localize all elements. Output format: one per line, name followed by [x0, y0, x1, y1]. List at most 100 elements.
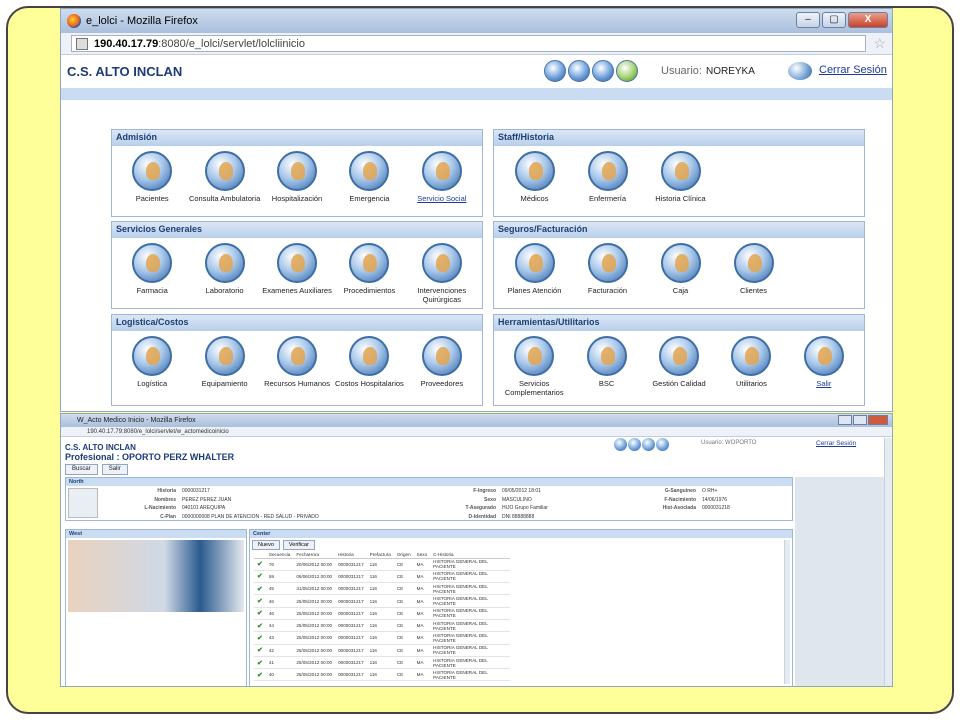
close-button[interactable]: X: [848, 12, 888, 28]
module-button[interactable]: Enfermería: [571, 151, 644, 203]
field-value: 040101 AREQUIPA: [182, 505, 226, 511]
mail-icon[interactable]: [544, 60, 566, 82]
table-row[interactable]: ✔ 42 25/05/2012 00:00 0000031217 116 CE MA HIST…: [254, 644, 511, 657]
new-button[interactable]: Nuevo: [252, 540, 280, 550]
check-icon: ✔: [257, 573, 263, 581]
column-header[interactable]: Sexo: [413, 551, 431, 559]
clock-icon[interactable]: [628, 438, 641, 451]
module-button[interactable]: Hospitalización: [261, 151, 333, 203]
module-button[interactable]: Examenes Auxiliares: [261, 243, 333, 304]
module-icon: [587, 243, 628, 283]
module-button[interactable]: Facturación: [571, 243, 644, 295]
logout-link[interactable]: Cerrar Sesión: [819, 64, 887, 76]
user-label: Usuario:: [661, 65, 702, 77]
module-icon: [731, 336, 772, 376]
column-header[interactable]: Secuencia: [265, 551, 294, 559]
module-button[interactable]: Consulta Ambulatoria: [188, 151, 260, 203]
user-info-2: Usuario: WOPORTO: [701, 440, 757, 446]
module-button[interactable]: Utilitarios: [715, 336, 787, 397]
mail-icon[interactable]: [614, 438, 627, 451]
column-header[interactable]: Origen: [393, 551, 414, 559]
module-label: BSC: [598, 379, 615, 388]
close-button-2[interactable]: [868, 415, 888, 425]
users-icon[interactable]: [642, 438, 655, 451]
panel-title: Herramientas/Utilitarios: [494, 315, 864, 331]
table-cell: 25/05/2012 00:00: [293, 631, 336, 645]
logout-icon[interactable]: [788, 62, 812, 80]
field-label: D-Identidad: [468, 513, 497, 520]
column-header[interactable]: Historia: [335, 551, 367, 559]
module-button[interactable]: Historia Clínica: [644, 151, 717, 203]
table-row[interactable]: ✔ 45 31/05/2012 00:00 0000031217 116 CE MA HIST…: [254, 582, 511, 596]
minimize-button-2[interactable]: [838, 415, 852, 425]
table-row[interactable]: ✔ 76 20/06/2012 00:00 0000031217 116 CE MA HIST…: [254, 558, 511, 571]
table-cell: 76: [265, 558, 294, 571]
table-cell: 44: [265, 619, 294, 633]
module-icon: [514, 336, 555, 376]
module-button[interactable]: BSC: [570, 336, 642, 397]
module-button[interactable]: Proveedores: [406, 336, 478, 388]
module-button[interactable]: Laboratorio: [188, 243, 260, 304]
module-button[interactable]: Intervenciones Quirúrgicas: [406, 243, 478, 304]
module-button[interactable]: Salir: [788, 336, 860, 397]
logout-link-2[interactable]: Cerrar Sesión: [816, 440, 856, 447]
column-header[interactable]: Prefactura: [366, 551, 394, 559]
table-cell: MA: [413, 582, 431, 596]
column-header[interactable]: [254, 551, 266, 559]
module-button[interactable]: Caja: [644, 243, 717, 295]
verify-button[interactable]: Verificar: [282, 540, 315, 550]
maximize-button[interactable]: ▢: [822, 12, 846, 28]
bookmark-star-icon[interactable]: ☆: [873, 35, 886, 52]
module-button[interactable]: Médicos: [498, 151, 571, 203]
table-row[interactable]: ✔ 41 25/05/2012 00:00 0000031217 116 CE MA HIST…: [254, 656, 511, 670]
table-row[interactable]: ✔ 46 25/05/2012 00:00 0000031217 116 CE MA HIST…: [254, 594, 511, 608]
home-icon[interactable]: [616, 60, 638, 82]
table-cell: HISTORIA GENERAL DEL PACIENTE: [430, 619, 511, 633]
table-row[interactable]: ✔ 44 25/05/2012 00:00 0000031217 116 CE MA HIST…: [254, 619, 511, 633]
table-cell: MA: [413, 594, 431, 608]
field-label: Hist-Asociada: [662, 505, 696, 511]
field-label: Sexo: [484, 496, 496, 503]
home-icon[interactable]: [656, 438, 669, 451]
module-button[interactable]: Procedimientos: [333, 243, 405, 304]
table-cell: CE: [393, 619, 414, 633]
module-button[interactable]: Recursos Humanos: [261, 336, 333, 388]
clock-icon[interactable]: [568, 60, 590, 82]
page-scrollbar[interactable]: [884, 438, 892, 686]
table-row[interactable]: ✔ 43 25/05/2012 00:00 0000031217 116 CE MA HIST…: [254, 631, 511, 645]
module-icon: [277, 151, 318, 191]
table-cell: 116: [366, 558, 394, 571]
module-button[interactable]: Equipamiento: [188, 336, 260, 388]
module-button[interactable]: Pacientes: [116, 151, 188, 203]
module-icon: [659, 336, 700, 376]
table-cell: CE: [393, 607, 414, 620]
url-input[interactable]: 190.40.17.79 :8080/e_lolci/servlet/lolcl…: [71, 35, 866, 52]
module-icon: [803, 336, 844, 376]
exit-button[interactable]: Salir: [101, 464, 128, 475]
table-row[interactable]: ✔ 46 25/05/2012 00:00 0000031217 116 CE MA HIST…: [254, 607, 511, 620]
table-cell: 0000031217: [335, 631, 367, 645]
center-scrollbar[interactable]: [784, 540, 790, 684]
minimize-button[interactable]: –: [796, 12, 820, 28]
module-button[interactable]: Servicios Complementarios: [498, 336, 570, 397]
module-button[interactable]: Clientes: [717, 243, 790, 295]
module-button[interactable]: Planes Atención: [498, 243, 571, 295]
module-button[interactable]: Servicio Social: [406, 151, 478, 203]
module-button[interactable]: Costos Hospitalarios: [333, 336, 405, 388]
module-button[interactable]: Emergencia: [333, 151, 405, 203]
url-input-2[interactable]: 190.40.17.79:8080/e_lolci/servlet/w_acto…: [61, 427, 892, 437]
module-label: Facturación: [587, 286, 628, 295]
module-button[interactable]: Farmacia: [116, 243, 188, 304]
column-header[interactable]: FechaHora: [293, 551, 336, 559]
users-icon[interactable]: [592, 60, 614, 82]
column-header[interactable]: C-Historia: [430, 551, 511, 559]
maximize-button-2[interactable]: [853, 415, 867, 425]
module-button[interactable]: Logística: [116, 336, 188, 388]
table-row[interactable]: ✔ 40 25/05/2012 00:00 0000031217 116 CE MA HIST…: [254, 668, 511, 682]
search-button[interactable]: Buscar: [65, 464, 98, 475]
table-row[interactable]: ✔ 59 06/06/2012 00:00 0000031217 116 CE MA HIST…: [254, 570, 511, 584]
table-cell: 45: [265, 582, 294, 596]
table-cell: MA: [413, 644, 431, 657]
module-button[interactable]: Gestión Calidad: [643, 336, 715, 397]
table-cell: CE: [393, 656, 414, 670]
